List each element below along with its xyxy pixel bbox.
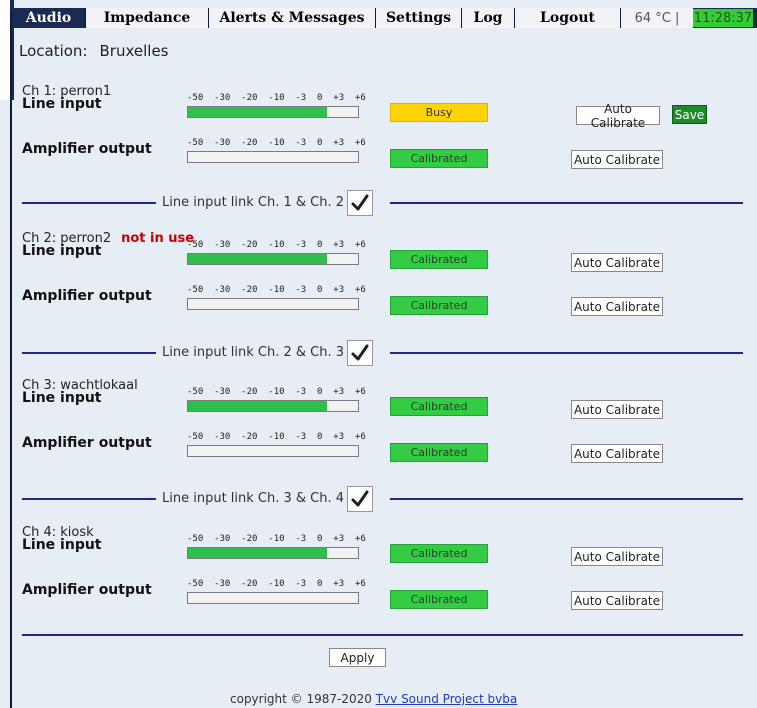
link-2-checkbox[interactable] bbox=[347, 340, 373, 366]
channel-1-line-input-meter bbox=[187, 106, 359, 118]
link-3-label: Line input link Ch. 3 & Ch. 4 bbox=[162, 491, 345, 506]
footer: copyright © 1987-2020 Tvv Sound Project … bbox=[230, 692, 517, 706]
channel-4-amplifier-output-label: Amplifier output bbox=[22, 582, 152, 598]
link-3-divider-left bbox=[22, 498, 156, 500]
copyright-text: copyright © 1987-2020 bbox=[230, 692, 376, 706]
channel-4-amplifier-output-scale: -50 -30 -20 -10 -3 0 +3 +6 bbox=[187, 579, 366, 589]
bottom-divider bbox=[22, 634, 743, 636]
channel-2-amplifier-output-scale: -50 -30 -20 -10 -3 0 +3 +6 bbox=[187, 285, 366, 295]
tab-alerts-messages[interactable]: Alerts & Messages bbox=[209, 8, 376, 28]
link-1-label: Line input link Ch. 1 & Ch. 2 bbox=[162, 195, 345, 210]
channel-1-line-input-level-fill bbox=[188, 107, 328, 117]
tab-logout[interactable]: Logout bbox=[515, 8, 621, 28]
channel-4-line-input-auto-calibrate-button[interactable]: Auto Calibrate bbox=[571, 547, 663, 566]
channel-1-amplifier-output-auto-calibrate-button[interactable]: Auto Calibrate bbox=[571, 150, 663, 169]
channel-4-amplifier-output-meter bbox=[187, 592, 359, 604]
channel-1-amplifier-output-scale: -50 -30 -20 -10 -3 0 +3 +6 bbox=[187, 138, 366, 148]
channel-3-line-input-scale: -50 -30 -20 -10 -3 0 +3 +6 bbox=[187, 387, 366, 397]
channel-3-amplifier-output-status: Calibrated bbox=[390, 443, 488, 462]
link-3-checkbox[interactable] bbox=[347, 486, 373, 512]
channel-2-amplifier-output-meter bbox=[187, 298, 359, 310]
channel-3-line-input-label: Line input bbox=[22, 390, 102, 406]
channel-3-amplifier-output-meter bbox=[187, 445, 359, 457]
channel-2-line-input-auto-calibrate-button[interactable]: Auto Calibrate bbox=[571, 253, 663, 272]
channel-3-line-input-level-fill bbox=[188, 401, 328, 411]
channel-4-line-input-label: Line input bbox=[22, 537, 102, 553]
channel-1-line-input-auto-calibrate-button[interactable]: Auto Calibrate bbox=[576, 102, 660, 130]
channel-2-line-input-level-fill bbox=[188, 254, 328, 264]
tab-audio[interactable]: Audio bbox=[12, 8, 86, 28]
channel-4-line-input-level-fill bbox=[188, 548, 328, 558]
apply-button[interactable]: Apply bbox=[329, 648, 386, 667]
checkmark-icon bbox=[351, 490, 369, 507]
clock-readout: 11:28:37 bbox=[693, 9, 753, 27]
left-border bbox=[10, 11, 12, 708]
channel-4-line-input-meter bbox=[187, 547, 359, 559]
channel-2-note: not in use bbox=[121, 231, 195, 246]
top-nav: Audio Impedance Alerts & Messages Settin… bbox=[12, 8, 757, 28]
link-2-divider-right bbox=[390, 352, 743, 354]
checkmark-icon bbox=[351, 344, 369, 361]
channel-3-amplifier-output-label: Amplifier output bbox=[22, 435, 152, 451]
channel-1-line-input-label: Line input bbox=[22, 96, 102, 112]
channel-2-line-input-status: Calibrated bbox=[390, 250, 488, 269]
channel-2-amplifier-output-label: Amplifier output bbox=[22, 288, 152, 304]
location: Location: Bruxelles bbox=[19, 42, 169, 60]
location-value: Bruxelles bbox=[99, 42, 169, 60]
link-1-divider-left bbox=[22, 202, 156, 204]
link-1-checkbox[interactable] bbox=[347, 190, 373, 216]
channel-2-line-input-meter bbox=[187, 253, 359, 265]
channel-3-line-input-auto-calibrate-button[interactable]: Auto Calibrate bbox=[571, 400, 663, 419]
channel-1-amplifier-output-label: Amplifier output bbox=[22, 141, 152, 157]
location-label: Location: bbox=[19, 42, 88, 60]
channel-1-line-input-status: Busy bbox=[390, 103, 488, 122]
temperature-readout: 64 °C | bbox=[621, 8, 693, 28]
page: Audio Impedance Alerts & Messages Settin… bbox=[0, 0, 757, 708]
channel-4-amplifier-output-status: Calibrated bbox=[390, 590, 488, 609]
channel-2-line-input-label: Line input bbox=[22, 243, 102, 259]
channel-4-line-input-status: Calibrated bbox=[390, 544, 488, 563]
channel-2-amplifier-output-status: Calibrated bbox=[390, 296, 488, 315]
channel-3-amplifier-output-scale: -50 -30 -20 -10 -3 0 +3 +6 bbox=[187, 432, 366, 442]
channel-2-amplifier-output-auto-calibrate-button[interactable]: Auto Calibrate bbox=[571, 297, 663, 316]
checkmark-icon bbox=[351, 194, 369, 211]
channel-1-save-button[interactable]: Save bbox=[672, 105, 707, 124]
channel-2-line-input-scale: -50 -30 -20 -10 -3 0 +3 +6 bbox=[187, 240, 366, 250]
tab-impedance[interactable]: Impedance bbox=[86, 8, 209, 28]
channel-3-line-input-meter bbox=[187, 400, 359, 412]
link-1-divider-right bbox=[390, 202, 743, 204]
company-link[interactable]: Tvv Sound Project bvba bbox=[376, 692, 518, 706]
channel-3-amplifier-output-auto-calibrate-button[interactable]: Auto Calibrate bbox=[571, 444, 663, 463]
channel-4-amplifier-output-auto-calibrate-button[interactable]: Auto Calibrate bbox=[571, 591, 663, 610]
channel-4-line-input-scale: -50 -30 -20 -10 -3 0 +3 +6 bbox=[187, 534, 366, 544]
link-2-divider-left bbox=[22, 352, 156, 354]
channel-3-line-input-status: Calibrated bbox=[390, 397, 488, 416]
tab-settings[interactable]: Settings bbox=[376, 8, 462, 28]
link-3-divider-right bbox=[390, 498, 743, 500]
tab-log[interactable]: Log bbox=[462, 8, 515, 28]
channel-1-amplifier-output-status: Calibrated bbox=[390, 149, 488, 168]
channel-1-amplifier-output-meter bbox=[187, 151, 359, 163]
link-2-label: Line input link Ch. 2 & Ch. 3 bbox=[162, 345, 345, 360]
channel-1-line-input-scale: -50 -30 -20 -10 -3 0 +3 +6 bbox=[187, 93, 366, 103]
